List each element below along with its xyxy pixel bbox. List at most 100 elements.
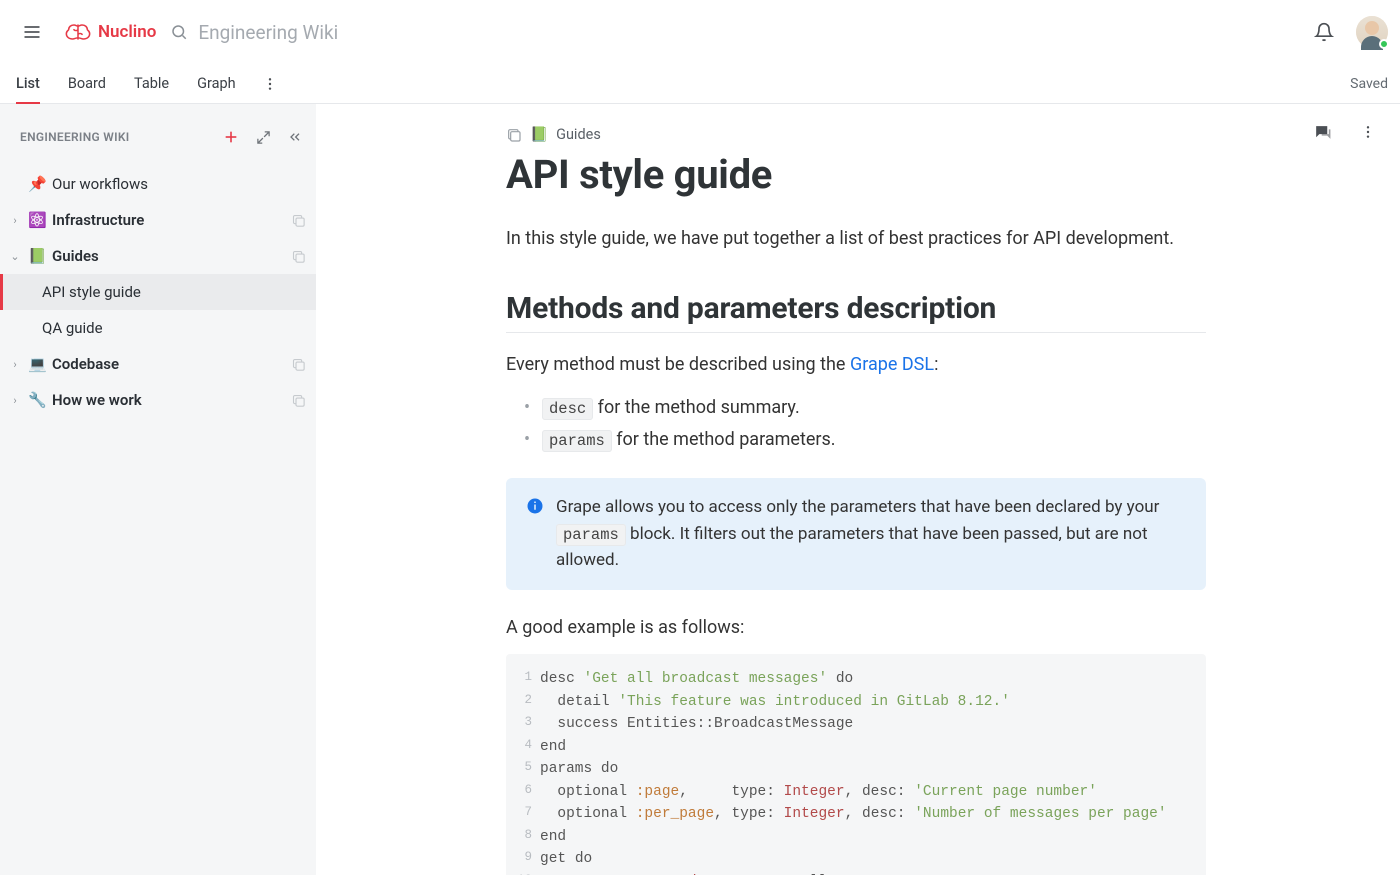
code-line: 1desc 'Get all broadcast messages' do	[506, 668, 1206, 690]
sidebar-item-label: How we work	[52, 391, 285, 409]
expand-icon	[256, 130, 271, 145]
sidebar-item-qa-guide[interactable]: QA guide	[0, 310, 316, 346]
line-number: 9	[506, 848, 540, 870]
code-block: 1desc 'Get all broadcast messages' do2 d…	[506, 654, 1206, 875]
doc-actions	[1308, 118, 1382, 146]
sidebar-item-label: Our workflows	[52, 175, 306, 193]
sidebar-item-our-workflows[interactable]: 📌Our workflows	[0, 166, 316, 202]
sidebar-tree: 📌Our workflows›⚛️Infrastructure ⌄ 📗 Guides A…	[0, 166, 316, 418]
view-tab-graph[interactable]: Graph	[197, 64, 236, 103]
code-line: 2 detail 'This feature was introduced in…	[506, 691, 1206, 713]
callout-pre: Grape allows you to access only the para…	[556, 497, 1159, 517]
chevron-down-icon: ⌄	[8, 250, 22, 263]
section-lead-pre: Every method must be described using the	[506, 354, 850, 375]
code-line-content: optional :per_page, type: Integer, desc:…	[540, 803, 1167, 825]
hamburger-icon	[22, 22, 42, 42]
sidebar-item-codebase[interactable]: › 💻 Codebase	[0, 346, 316, 382]
sidebar-item-api-style-guide[interactable]: API style guide	[0, 274, 316, 310]
sidebar-expand-button[interactable]	[250, 124, 276, 150]
doc-more-button[interactable]	[1354, 118, 1382, 146]
code-line-content: optional :page, type: Integer, desc: 'Cu…	[540, 781, 1097, 803]
code-line-content: detail 'This feature was introduced in G…	[540, 691, 1010, 713]
views-more-button[interactable]	[256, 70, 284, 98]
sidebar-item-guides[interactable]: ⌄ 📗 Guides	[0, 238, 316, 274]
sidebar-add-button[interactable]	[218, 124, 244, 150]
line-number: 6	[506, 781, 540, 803]
code-line: 9get do	[506, 848, 1206, 870]
sidebar-collapse-button[interactable]	[282, 124, 308, 150]
document: 📗 Guides API style guide In this style g…	[316, 104, 1206, 875]
page-title: API style guide	[506, 153, 1206, 197]
code-line: 3 success Entities::BroadcastMessage	[506, 713, 1206, 735]
code-line: 8end	[506, 826, 1206, 848]
bell-icon	[1314, 22, 1334, 42]
code-line: 6 optional :page, type: Integer, desc: '…	[506, 781, 1206, 803]
line-number: 1	[506, 668, 540, 690]
callout-text: Grape allows you to access only the para…	[556, 494, 1186, 573]
info-callout: Grape allows you to access only the para…	[506, 478, 1206, 589]
sidebar-item-label: Guides	[52, 247, 285, 265]
code-line: 7 optional :per_page, type: Integer, des…	[506, 803, 1206, 825]
list-item-text: for the method parameters.	[612, 429, 836, 450]
sidebar-item-label: Infrastructure	[52, 211, 285, 229]
list-item: params for the method parameters.	[524, 424, 1206, 456]
inline-code: desc	[542, 398, 593, 420]
duplicate-icon[interactable]	[291, 249, 306, 264]
breadcrumb-label: Guides	[556, 126, 601, 143]
user-avatar[interactable]	[1356, 16, 1388, 48]
code-line-content: desc 'Get all broadcast messages' do	[540, 668, 853, 690]
brand-name: Nuclino	[98, 22, 156, 42]
duplicate-icon[interactable]	[291, 213, 306, 228]
notifications-button[interactable]	[1304, 12, 1344, 52]
sidebar-item-label: QA guide	[42, 319, 306, 337]
hamburger-menu-button[interactable]	[12, 12, 52, 52]
inline-code: params	[542, 430, 612, 452]
sidebar-title: ENGINEERING WIKI	[20, 130, 129, 144]
sidebar: ENGINEERING WIKI 📌Our workflows›⚛️Infras…	[0, 104, 316, 875]
code-line-content: messages = BroadcastMessage.all	[540, 871, 827, 875]
line-number: 5	[506, 758, 540, 780]
breadcrumb-back-icon	[506, 127, 522, 143]
intro-text: In this style guide, we have put togethe…	[506, 225, 1206, 253]
section-heading: Methods and parameters description	[506, 291, 1206, 333]
topbar: Nuclino Engineering Wiki	[0, 0, 1400, 64]
brand-logo[interactable]: Nuclino	[64, 21, 156, 43]
info-icon	[526, 497, 544, 573]
more-vertical-icon	[262, 76, 278, 92]
sidebar-item-label: Codebase	[52, 355, 285, 373]
code-line-content: end	[540, 736, 566, 758]
breadcrumb[interactable]: 📗 Guides	[506, 126, 1206, 143]
view-tab-board[interactable]: Board	[68, 64, 106, 103]
section-lead: Every method must be described using the…	[506, 351, 1206, 380]
sidebar-item-how-we-work[interactable]: › 🔧 How we work	[0, 382, 316, 418]
grape-dsl-link[interactable]: Grape DSL	[850, 354, 934, 375]
line-number: 2	[506, 691, 540, 713]
duplicate-icon[interactable]	[291, 357, 306, 372]
chevron-right-icon: ›	[8, 358, 22, 371]
chevrons-left-icon	[287, 129, 303, 145]
plus-icon	[223, 129, 239, 145]
bullet-list: desc for the method summary.params for t…	[524, 392, 1206, 457]
comments-button[interactable]	[1308, 118, 1336, 146]
search-icon	[170, 23, 188, 41]
code-line: 10 messages = BroadcastMessage.all	[506, 871, 1206, 875]
view-tab-table[interactable]: Table	[134, 64, 169, 103]
topbar-right	[1304, 12, 1388, 52]
callout-post: block. It filters out the parameters tha…	[556, 524, 1148, 570]
folder-icon: 📗	[28, 247, 46, 265]
folder-icon: 🔧	[28, 391, 46, 409]
line-number: 7	[506, 803, 540, 825]
sidebar-header: ENGINEERING WIKI	[0, 118, 316, 156]
main: ENGINEERING WIKI 📌Our workflows›⚛️Infras…	[0, 104, 1400, 875]
line-number: 3	[506, 713, 540, 735]
duplicate-icon[interactable]	[291, 393, 306, 408]
chevron-right-icon: ›	[8, 394, 22, 407]
folder-icon: 💻	[28, 355, 46, 373]
view-tab-list[interactable]: List	[16, 64, 40, 103]
sidebar-item-infrastructure[interactable]: ›⚛️Infrastructure	[0, 202, 316, 238]
section-lead-post: :	[934, 354, 938, 375]
code-line-content: end	[540, 826, 566, 848]
callout-code: params	[556, 524, 626, 546]
search-trigger[interactable]: Engineering Wiki	[170, 21, 338, 44]
line-number: 8	[506, 826, 540, 848]
